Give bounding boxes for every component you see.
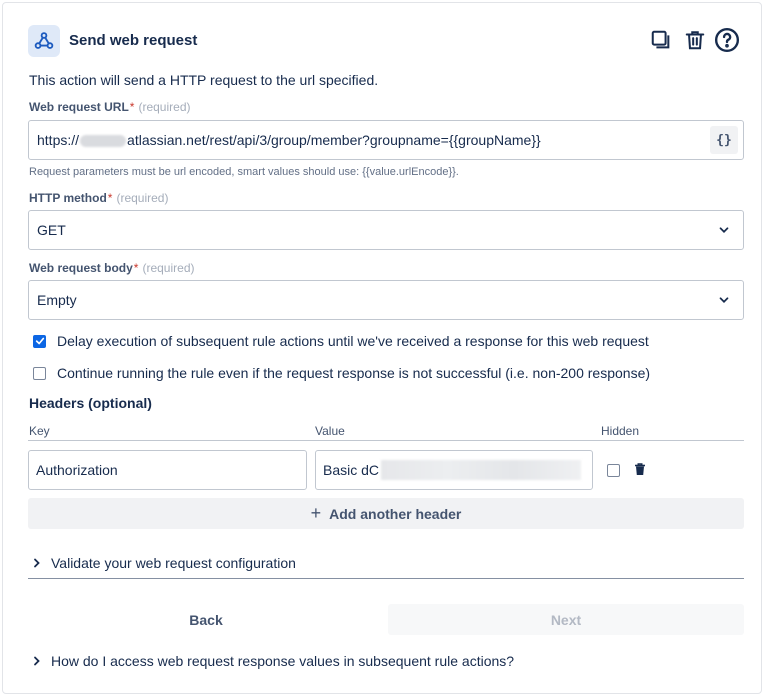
url-label: Web request URL* (required) (29, 100, 191, 114)
continue-running-label: Continue running the rule even if the re… (57, 365, 651, 381)
chevron-right-icon (34, 558, 40, 568)
trash-icon[interactable] (682, 26, 708, 54)
smart-value-button[interactable]: {} (710, 126, 738, 154)
add-another-header-button[interactable]: + Add another header (28, 498, 744, 529)
chevron-down-icon (719, 227, 729, 233)
headers-title: Headers (optional) (29, 395, 152, 411)
action-description: This action will send a HTTP request to … (29, 72, 379, 88)
redacted-text (381, 460, 582, 480)
column-key: Key (29, 424, 50, 438)
delay-execution-option[interactable]: Delay execution of subsequent rule actio… (33, 333, 649, 349)
column-hidden: Hidden (601, 424, 640, 438)
delay-execution-label: Delay execution of subsequent rule actio… (57, 333, 649, 349)
webhook-icon (28, 25, 60, 57)
url-help-text: Request parameters must be url encoded, … (29, 166, 459, 178)
web-request-url-input[interactable]: https://atlassian.net/rest/api/3/group/m… (28, 120, 744, 160)
back-button[interactable]: Back (28, 604, 384, 635)
header-key-input[interactable]: Authorization (28, 450, 307, 490)
duplicate-icon[interactable] (648, 26, 674, 54)
http-method-label: HTTP method* (required) (29, 191, 169, 205)
headers-divider (28, 440, 744, 441)
section-divider (28, 578, 744, 579)
http-method-select[interactable]: GET (28, 210, 744, 250)
faq-expander[interactable]: How do I access web request response val… (32, 653, 514, 669)
web-request-body-select[interactable]: Empty (28, 280, 744, 320)
chevron-down-icon (719, 297, 729, 303)
http-method-value: GET (37, 222, 66, 238)
plus-icon: + (310, 503, 322, 523)
delay-execution-checkbox[interactable] (33, 334, 46, 348)
validate-configuration-expander[interactable]: Validate your web request configuration (32, 555, 296, 571)
chevron-right-icon (34, 656, 40, 666)
web-request-body-value: Empty (37, 292, 77, 308)
next-button[interactable]: Next (388, 604, 744, 635)
column-value: Value (315, 424, 345, 438)
continue-running-option[interactable]: Continue running the rule even if the re… (33, 365, 650, 381)
send-web-request-panel: Send web request This action will send a… (2, 2, 762, 694)
header-value-input[interactable]: Basic dC (315, 450, 593, 490)
panel-title: Send web request (69, 32, 198, 49)
header-hidden-checkbox[interactable] (607, 464, 620, 477)
continue-running-checkbox[interactable] (33, 366, 46, 380)
web-request-body-label: Web request body* (required) (29, 261, 195, 275)
redacted-text (80, 135, 127, 148)
help-icon[interactable] (714, 26, 740, 54)
delete-header-icon[interactable] (634, 463, 648, 477)
